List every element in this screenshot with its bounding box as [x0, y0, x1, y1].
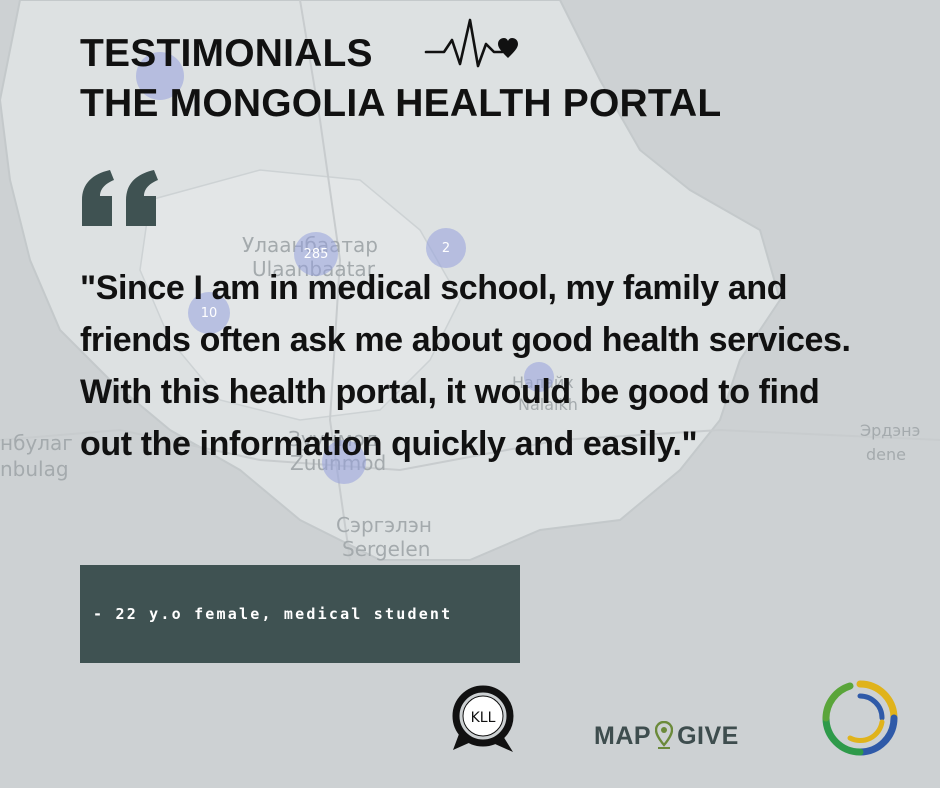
page-subtitle: THE MONGOLIA HEALTH PORTAL	[80, 82, 722, 125]
mapgive-logo-left: MAP	[594, 721, 652, 750]
map-label-sergelen-mn: Сэргэлэн	[336, 513, 432, 537]
kll-logo-text: KLL	[471, 710, 496, 726]
mapgive-logo: MAP GIVE	[594, 718, 739, 754]
quote-mark-icon	[82, 170, 158, 226]
testimonial-quote: "Since I am in medical school, my family…	[80, 269, 851, 463]
ring-logo-icon	[822, 680, 898, 756]
map-pin-icon	[655, 721, 674, 749]
author-box: - 22 y.o female, medical student	[80, 565, 520, 663]
page-title: TESTIMONIALS	[80, 32, 373, 75]
heartbeat-heart-icon	[424, 18, 518, 68]
map-label-west-mn: нбулаг	[0, 431, 73, 455]
author-label: - 22 y.o female, medical student	[93, 605, 453, 623]
map-label-sergelen-en: Sergelen	[342, 537, 431, 561]
testimonial-card: Улаанбаатар Ulaanbaatar Сэргэлэн Sergele…	[0, 0, 940, 788]
mapgive-logo-right: GIVE	[677, 721, 739, 750]
map-label-west-en: nbulag	[0, 457, 69, 481]
kll-logo-icon: KLL	[452, 685, 514, 752]
